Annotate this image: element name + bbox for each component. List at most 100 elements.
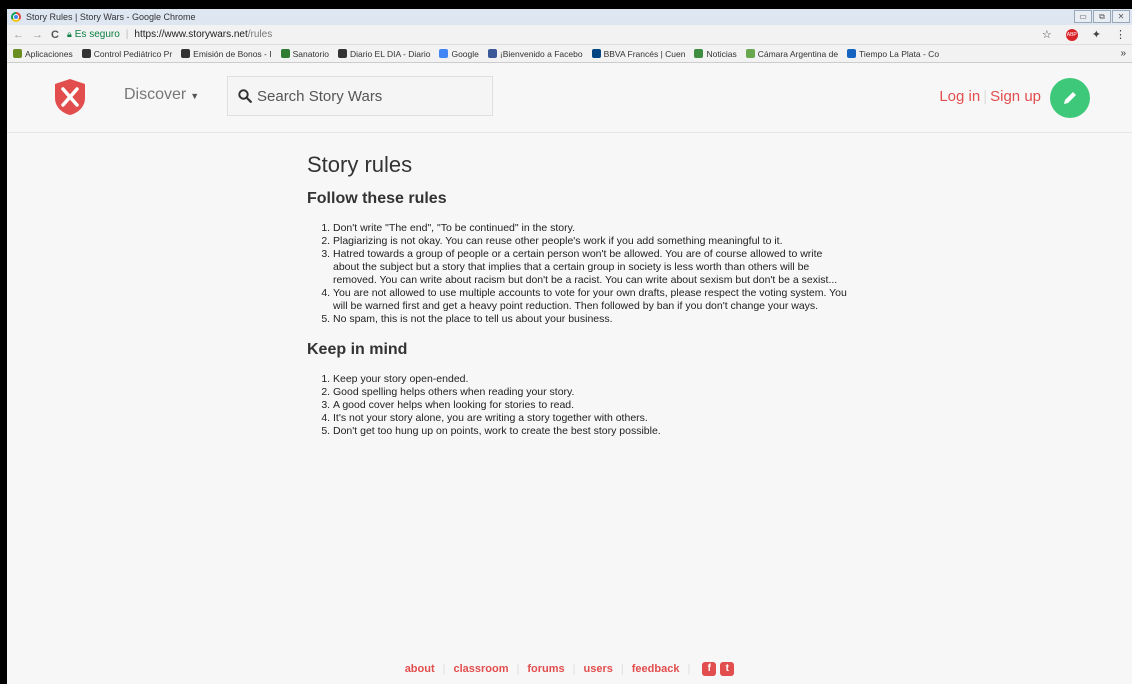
bookmark-label: Aplicaciones [25, 48, 73, 59]
bookmark-item[interactable]: Diario EL DIA - Diario [337, 48, 431, 59]
search-icon [238, 89, 252, 103]
menu-icon[interactable]: ⋮ [1115, 28, 1126, 41]
auth-separator: | [983, 88, 988, 105]
extension-area: ☆ ABP ✦ ⋮ [1042, 28, 1126, 41]
list-item: Good spelling helps others when reading … [333, 386, 847, 399]
back-icon[interactable]: ← [13, 29, 24, 41]
bookmark-favicon-icon [487, 49, 497, 58]
bookmark-item[interactable]: Cámara Argentina de [745, 48, 839, 59]
bookmark-label: Diario EL DIA - Diario [349, 48, 431, 59]
keep-in-mind-list: Keep your story open-ended.Good spelling… [307, 373, 847, 438]
list-item: Don't write "The end", "To be continued"… [333, 222, 847, 235]
pencil-icon [1064, 92, 1076, 104]
rules-heading: Follow these rules [307, 190, 447, 207]
bookmark-label: Control Pediátrico Pr [93, 48, 173, 59]
secure-label: Es seguro [74, 29, 120, 40]
bookmarks-bar: Aplicaciones Control Pediátrico Pr Emisión… [7, 45, 1132, 63]
bookmark-favicon-icon [81, 49, 91, 58]
bookmark-label: BBVA Francés | Cuen [603, 48, 686, 59]
list-item: Plagiarizing is not okay. You can reuse … [333, 235, 847, 248]
extension-icon[interactable]: ✦ [1092, 28, 1101, 41]
bookmark-favicon-icon [694, 49, 704, 58]
browser-window: Story Rules | Story Wars - Google Chrome… [7, 9, 1132, 684]
auth-links: Log in | Sign up [939, 88, 1041, 105]
bookmark-label: Noticias [706, 48, 737, 59]
footer-link-about[interactable]: about [405, 663, 435, 675]
bookmark-favicon-icon [591, 49, 601, 58]
list-item: No spam, this is not the place to tell u… [333, 313, 847, 326]
list-item: A good cover helps when looking for stor… [333, 399, 847, 412]
title-bar: Story Rules | Story Wars - Google Chrome… [7, 9, 1132, 25]
chrome-icon [11, 12, 21, 22]
list-item: Hatred towards a group of people or a ce… [333, 248, 847, 287]
twitter-icon[interactable]: t [720, 662, 735, 676]
caret-down-icon: ▼ [190, 91, 200, 101]
bookmark-favicon-icon [847, 49, 857, 58]
bookmark-item[interactable]: Aplicaciones [13, 49, 73, 59]
footer-separator: | [620, 663, 624, 675]
bookmark-star-icon[interactable]: ☆ [1042, 28, 1052, 41]
bookmarks-overflow-icon[interactable]: » [1120, 48, 1126, 59]
bookmark-favicon-icon [745, 49, 755, 58]
address-separator: | [125, 29, 129, 40]
signup-link[interactable]: Sign up [990, 88, 1041, 105]
minimize-icon[interactable]: ▭ [1074, 10, 1092, 23]
footer-link-feedback[interactable]: feedback [632, 663, 680, 675]
keep-in-mind-heading: Keep in mind [307, 341, 408, 358]
facebook-icon[interactable]: f [702, 662, 717, 676]
bookmark-item[interactable]: Google [439, 48, 479, 59]
footer-link-classroom[interactable]: classroom [454, 663, 509, 675]
close-icon[interactable]: ✕ [1112, 10, 1130, 23]
bookmark-favicon-icon [280, 49, 290, 58]
rules-content: Story rules Follow these rules Don't wri… [307, 152, 847, 453]
discover-menu[interactable]: Discover ▼ [124, 86, 199, 104]
bookmark-favicon-icon [337, 49, 347, 58]
bookmark-label: ¡Bienvenido a Facebo [499, 48, 583, 59]
footer-link-forums[interactable]: forums [527, 663, 564, 675]
window-title: Story Rules | Story Wars - Google Chrome [26, 12, 196, 22]
write-story-button[interactable] [1050, 78, 1090, 118]
list-item: Keep your story open-ended. [333, 373, 847, 386]
bookmark-item[interactable]: ¡Bienvenido a Facebo [487, 48, 583, 59]
bookmark-item[interactable]: Tiempo La Plata - Co [847, 49, 939, 59]
login-link[interactable]: Log in [939, 88, 980, 105]
address-bar[interactable]: 🔒︎ Es seguro | https://www.storywars.net… [67, 29, 1042, 40]
list-item: Don't get too hung up on points, work to… [333, 425, 847, 438]
window-controls: ▭ ⧉ ✕ [1074, 10, 1130, 23]
footer-separator: | [572, 663, 576, 675]
site-header: Discover▼ Log in|Sign up [7, 64, 1132, 133]
reload-icon[interactable]: C [51, 29, 59, 41]
bookmark-label: Tiempo La Plata - Co [859, 48, 940, 59]
bookmark-item[interactable]: Sanatorio [280, 48, 329, 59]
bookmark-label: Cámara Argentina de [757, 48, 839, 59]
footer-link-users[interactable]: users [584, 663, 613, 675]
site-footer: about | classroom | forums | users | feedback | f t [7, 662, 1132, 676]
bookmark-item[interactable]: Noticias [694, 48, 737, 59]
forward-icon[interactable]: → [32, 29, 43, 41]
rules-list: Don't write "The end", "To be continued"… [307, 222, 847, 326]
maximize-icon[interactable]: ⧉ [1093, 10, 1111, 23]
footer-separator: | [687, 663, 691, 675]
bookmark-label: Emisión de Bonos - I [193, 48, 272, 59]
footer-separator: | [516, 663, 520, 675]
bookmark-item[interactable]: Emisión de Bonos - I [181, 48, 272, 59]
bookmark-item[interactable]: Control Pediátrico Pr [81, 48, 173, 59]
list-item: It's not your story alone, you are writi… [333, 412, 847, 425]
bookmark-favicon-icon [13, 49, 22, 58]
search-input[interactable] [257, 87, 477, 105]
bookmark-item[interactable]: BBVA Francés | Cuen [591, 48, 686, 59]
page: Discover▼ Log in|Sign up Story rules Fol… [7, 64, 1132, 684]
bookmark-label: Google [451, 48, 479, 59]
lock-icon: 🔒︎ [66, 29, 72, 39]
url-host: https://www.storywars.net [134, 29, 248, 40]
discover-label: Discover [124, 86, 187, 103]
search-box[interactable] [227, 76, 493, 116]
footer-separator: | [442, 663, 446, 675]
story-wars-logo-icon[interactable] [53, 78, 87, 116]
bookmark-favicon-icon [181, 49, 191, 58]
url-path: /rules [247, 29, 273, 40]
bookmark-label: Sanatorio [292, 48, 329, 59]
browser-toolbar: ← → C 🔒︎ Es seguro | https://www.storywa… [7, 25, 1132, 45]
adblock-icon[interactable]: ABP [1065, 28, 1078, 41]
bookmark-favicon-icon [439, 49, 449, 58]
